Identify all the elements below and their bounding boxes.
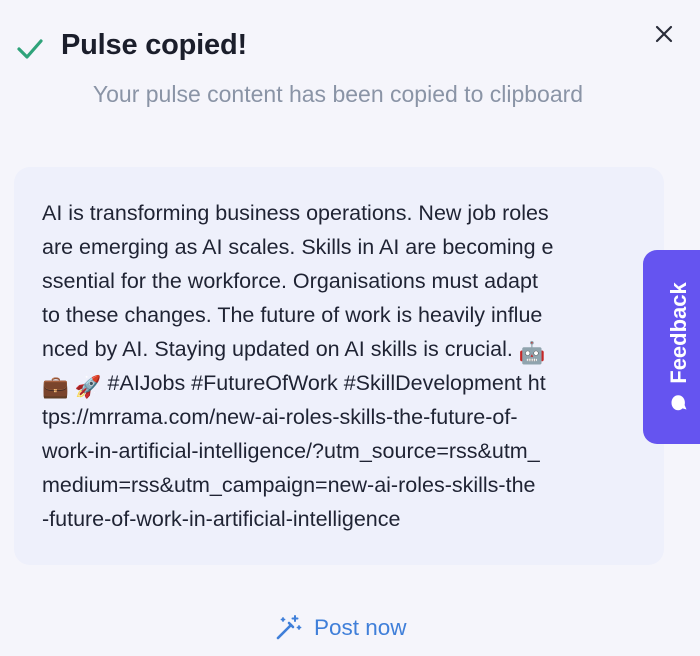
close-icon <box>655 25 673 43</box>
post-now-label: Post now <box>314 615 407 640</box>
post-now-button[interactable]: Post now <box>274 614 407 642</box>
content-line-text: #AIJobs #FutureOfWork #SkillDevelopment … <box>101 371 546 395</box>
rocket-emoji-icon: 🚀 <box>74 375 102 399</box>
content-line: work-in-artificial-intelligence/?utm_sou… <box>42 439 540 463</box>
content-line: ssential for the workforce. Organisation… <box>42 269 538 293</box>
content-line: tps://mrrama.com/new-ai-roles-skills-the… <box>42 405 518 429</box>
content-line: -future-of-work-in-artificial-intelligen… <box>42 507 401 531</box>
content-line: to these changes. The future of work is … <box>42 303 543 327</box>
content-line: 💼 🚀 #AIJobs #FutureOfWork #SkillDevelopm… <box>42 366 642 400</box>
toast-title: Pulse copied! <box>61 29 247 61</box>
magic-wand-icon <box>276 615 302 640</box>
briefcase-emoji-icon: 💼 <box>42 375 69 399</box>
content-line: medium=rss&utm_campaign=new-ai-roles-ski… <box>42 473 536 497</box>
chat-bubble-icon <box>671 395 687 411</box>
content-line: are emerging as AI scales. Skills in AI … <box>42 235 554 259</box>
feedback-tab-content: Feedback <box>666 282 692 412</box>
content-line-text: nced by AI. Staying updated on AI skills… <box>42 337 513 361</box>
feedback-tab[interactable]: Feedback <box>643 250 700 444</box>
toast-subtitle: Your pulse content has been copied to cl… <box>92 81 584 107</box>
pulse-content-text: AI is transforming business operations. … <box>42 196 642 536</box>
content-line: AI is transforming business operations. … <box>42 201 549 225</box>
feedback-label: Feedback <box>666 282 691 384</box>
pulse-content-card: AI is transforming business operations. … <box>14 167 664 565</box>
content-line: nced by AI. Staying updated on AI skills… <box>42 332 642 366</box>
check-icon <box>17 39 43 59</box>
robot-emoji-icon: 🤖 <box>518 341 546 365</box>
close-button[interactable] <box>648 18 680 50</box>
